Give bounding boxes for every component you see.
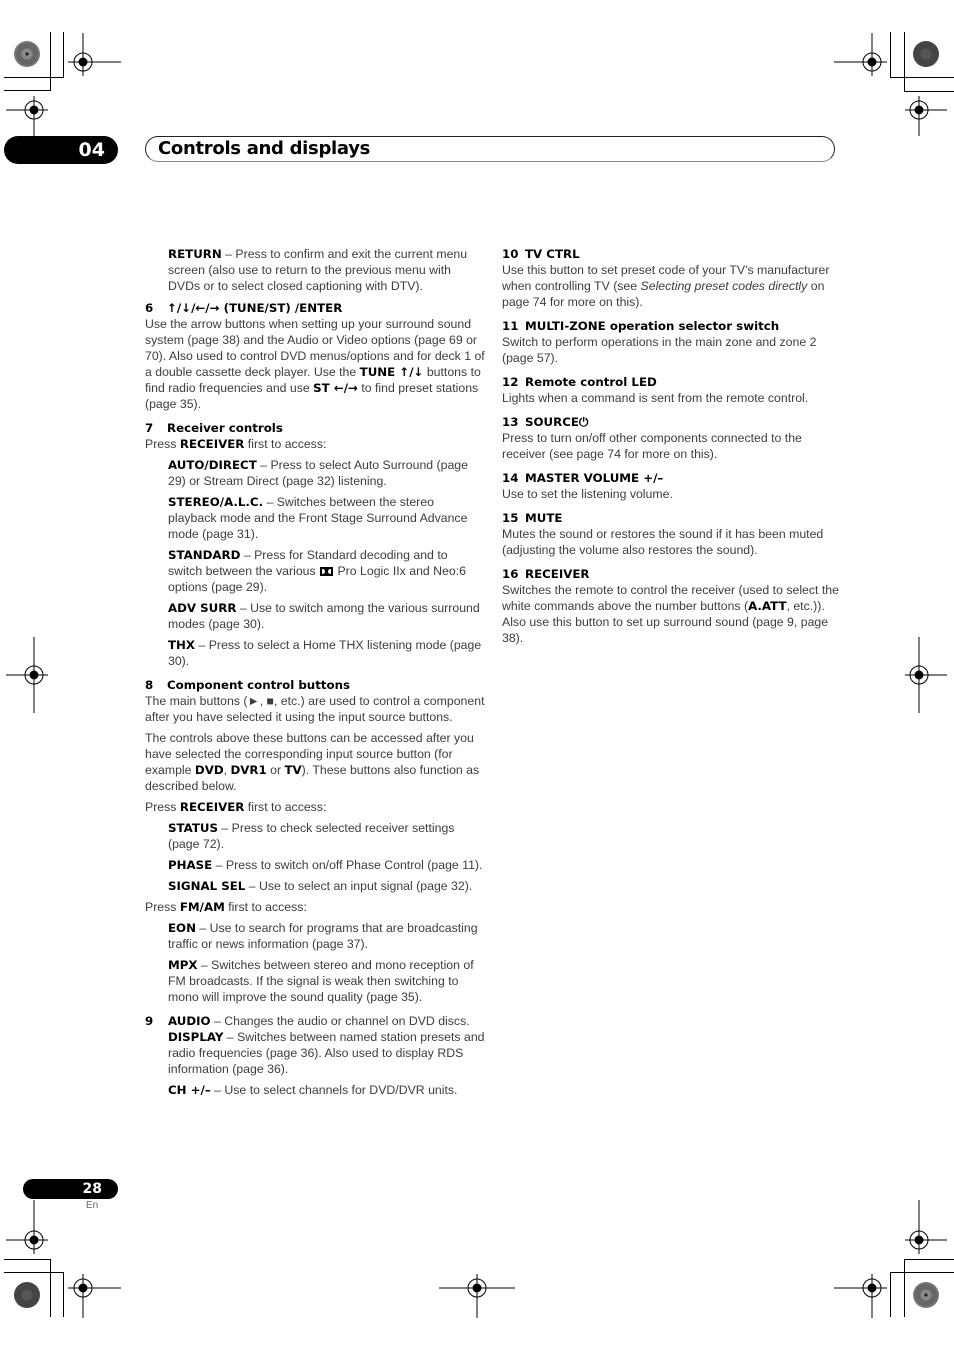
section-heading-7: 7 Receiver controls bbox=[145, 421, 283, 435]
section-body-13: Press to turn on/off other components co… bbox=[502, 431, 802, 461]
section-heading-12: 12 Remote control LED bbox=[502, 375, 657, 389]
section-body-14: Use to set the listening volume. bbox=[502, 487, 673, 501]
crosshair-icon bbox=[905, 637, 947, 713]
press-receiver-note: Press RECEIVER first to access: bbox=[145, 437, 327, 451]
crosshair-icon bbox=[905, 1200, 947, 1254]
section-heading-10: 10 TV CTRL bbox=[502, 247, 580, 261]
right-column: 10 TV CTRL Use this button to set preset … bbox=[502, 246, 842, 646]
section-heading-6: 6 ↑/↓/←/→ (TUNE/ST) /ENTER bbox=[145, 301, 343, 315]
list-item: STANDARD – Press for Standard decoding a… bbox=[168, 548, 466, 594]
crosshair-icon bbox=[834, 33, 887, 76]
section-number: 9 bbox=[145, 1014, 154, 1028]
section-9: 9 AUDIO – Changes the audio or channel o… bbox=[145, 1013, 485, 1098]
section-body-15: Mutes the sound or restores the sound if… bbox=[502, 527, 824, 557]
crosshair-icon bbox=[6, 637, 48, 713]
press-fmam-note: Press FM/AM first to access: bbox=[145, 900, 307, 914]
page-number: 28 bbox=[23, 1179, 118, 1199]
list-item: SIGNAL SEL – Use to select an input sign… bbox=[168, 879, 473, 893]
chapter-number-tab: 04 bbox=[4, 136, 118, 164]
list-item: MPX – Switches between stereo and mono r… bbox=[168, 958, 474, 1004]
section-body-12: Lights when a command is sent from the r… bbox=[502, 391, 809, 405]
press-receiver-note: Press RECEIVER first to access: bbox=[145, 800, 327, 814]
section-body-8: The main buttons (►, ■, etc.) are used t… bbox=[145, 694, 485, 724]
list-item: STEREO/A.L.C. – Switches between the ste… bbox=[168, 495, 468, 541]
return-description: RETURN – Press to confirm and exit the c… bbox=[168, 247, 468, 293]
section-body-8b: The controls above these buttons can be … bbox=[145, 731, 480, 793]
section-heading-13: 13 SOURCE⏻ bbox=[502, 415, 589, 429]
crosshair-icon bbox=[439, 1274, 515, 1318]
crosshair-icon bbox=[6, 96, 48, 136]
dolby-logo-icon bbox=[320, 567, 334, 577]
section-heading-15: 15 MUTE bbox=[502, 511, 563, 525]
key-label: RETURN bbox=[168, 247, 222, 261]
section-body-10: Use this button to set preset code of yo… bbox=[502, 263, 830, 309]
section-body-16: Switches the remote to control the recei… bbox=[502, 583, 839, 645]
section-heading-8: 8 Component control buttons bbox=[145, 678, 351, 692]
section-heading-11: 11 MULTI-ZONE operation selector switch bbox=[502, 319, 780, 333]
ch-description: CH +/– – Use to select channels for DVD/… bbox=[168, 1083, 458, 1097]
list-item: AUTO/DIRECT – Press to select Auto Surro… bbox=[168, 458, 468, 488]
section-heading-16: 16 RECEIVER bbox=[502, 567, 590, 581]
section-body-11: Switch to perform operations in the main… bbox=[502, 335, 817, 365]
audio-description: AUDIO – Changes the audio or channel on … bbox=[168, 1014, 470, 1028]
page-title: Controls and displays bbox=[158, 138, 371, 159]
left-column: RETURN – Press to confirm and exit the c… bbox=[145, 246, 485, 1098]
crosshair-icon bbox=[834, 1274, 887, 1318]
list-item: THX – Press to select a Home THX listeni… bbox=[168, 638, 482, 668]
crosshair-icon bbox=[6, 1200, 48, 1254]
section-body-6: Use the arrow buttons when setting up yo… bbox=[145, 317, 485, 411]
display-description: DISPLAY – Switches between named station… bbox=[168, 1030, 485, 1076]
language-code: En bbox=[86, 1200, 99, 1211]
list-item: PHASE – Press to switch on/off Phase Con… bbox=[168, 858, 483, 872]
list-item: STATUS – Press to check selected receive… bbox=[168, 821, 455, 851]
crosshair-icon bbox=[905, 96, 947, 136]
crosshair-icon bbox=[68, 33, 121, 76]
crosshair-icon bbox=[68, 1274, 121, 1318]
section-heading-14: 14 MASTER VOLUME +/– bbox=[502, 471, 664, 485]
list-item: EON – Use to search for programs that ar… bbox=[168, 921, 478, 951]
list-item: ADV SURR – Use to switch among the vario… bbox=[168, 601, 480, 631]
